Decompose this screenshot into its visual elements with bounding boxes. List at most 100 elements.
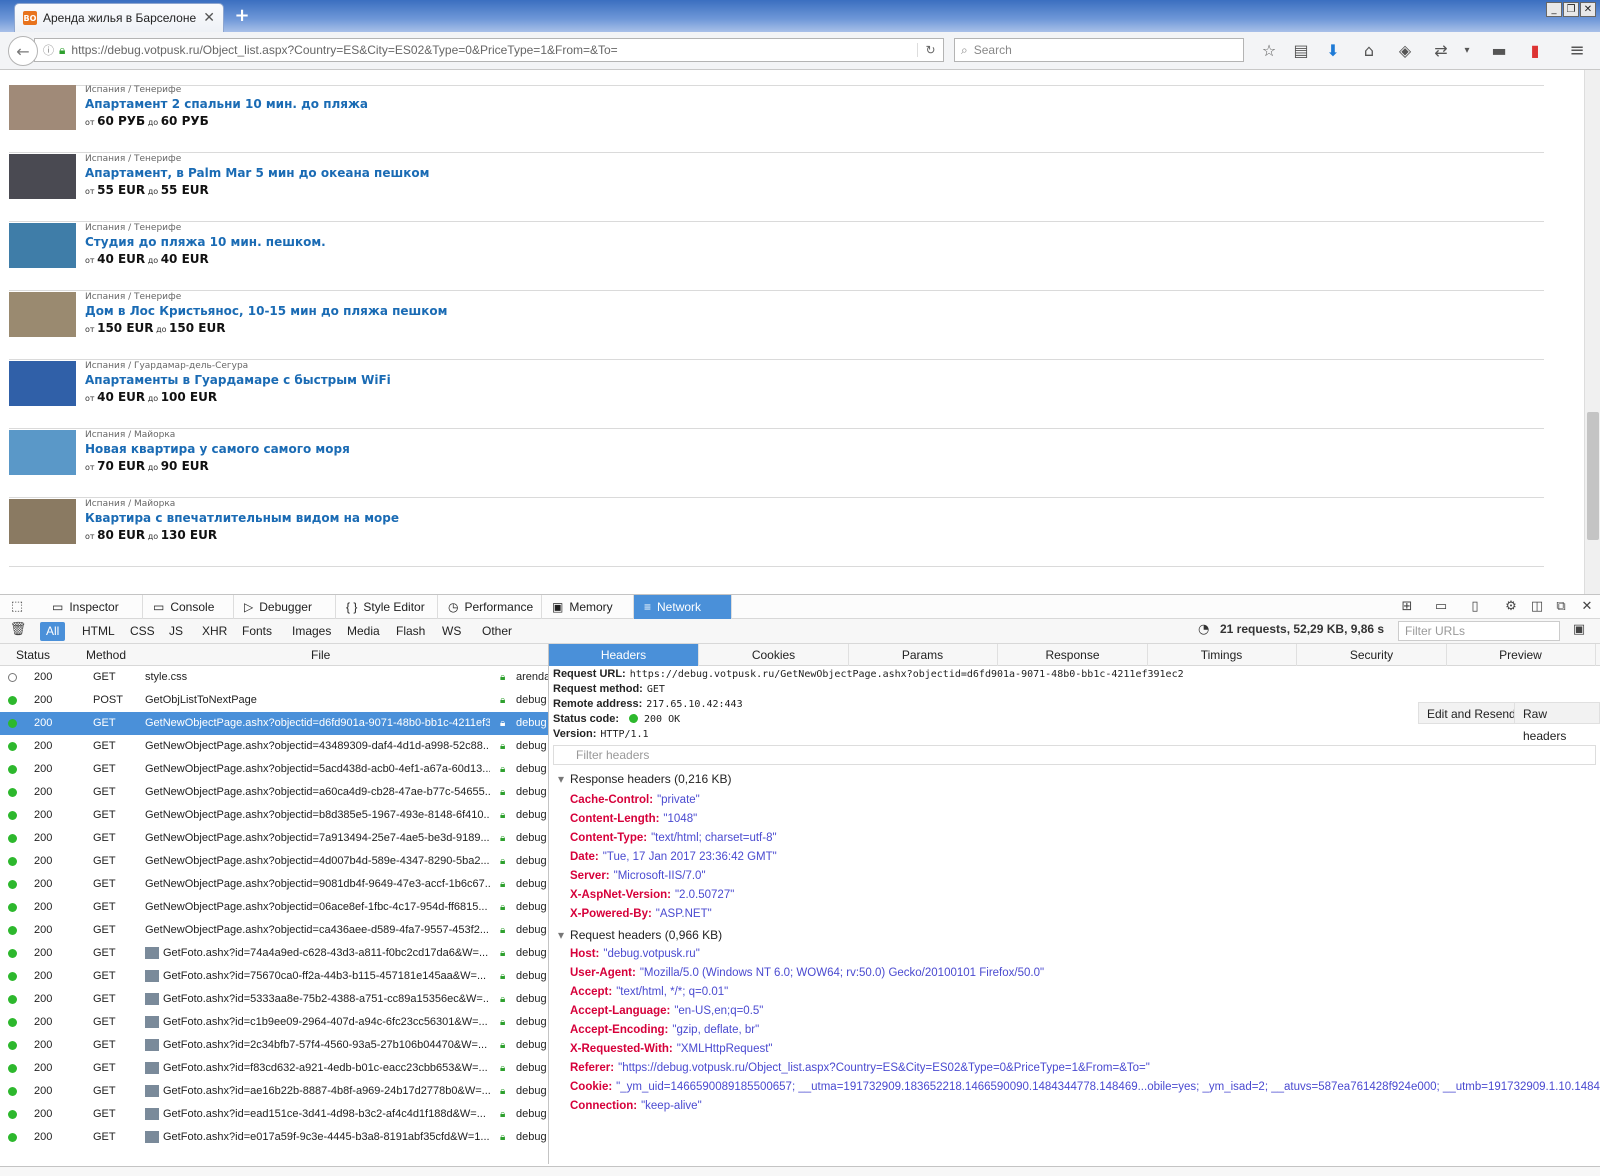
layout-toggle-icon[interactable]: ⊞: [1398, 598, 1416, 616]
pocket-icon[interactable]: ◈: [1394, 40, 1416, 62]
filter-media[interactable]: Media: [341, 622, 386, 641]
response-headers-section[interactable]: Response headers (0,216 KB): [558, 772, 731, 786]
tab-debugger[interactable]: ▷ Debugger: [234, 595, 336, 619]
search-bar[interactable]: ⌕ Search: [954, 38, 1244, 62]
chevron-down-icon[interactable]: ▾: [1456, 40, 1478, 62]
filter-all[interactable]: All: [40, 622, 66, 641]
filter-ws[interactable]: WS: [436, 622, 467, 641]
listing-thumbnail[interactable]: [9, 361, 76, 406]
listing-thumbnail[interactable]: [9, 499, 76, 544]
settings-icon[interactable]: ⚙: [1502, 598, 1520, 616]
request-row[interactable]: 200 GET GetNewObjectPage.ashx?objectid=4d0…: [0, 850, 548, 873]
filter-js[interactable]: JS: [163, 622, 189, 641]
addon-icon[interactable]: ▮: [1524, 40, 1546, 62]
minimize-button[interactable]: _: [1546, 2, 1562, 17]
detail-tab-timings[interactable]: Timings: [1147, 644, 1297, 666]
listing-thumbnail[interactable]: [9, 154, 76, 199]
undock-icon[interactable]: ⧉: [1552, 598, 1570, 616]
responsive-mode-icon[interactable]: ▯: [1466, 598, 1484, 616]
listing-thumbnail[interactable]: [9, 430, 76, 475]
request-row[interactable]: 200 GET GetNewObjectPage.ashx?objectid=7a9…: [0, 827, 548, 850]
tab-memory[interactable]: ▣ Memory: [542, 595, 634, 619]
reload-icon[interactable]: ↻: [917, 43, 943, 57]
dock-side-icon[interactable]: ◫: [1528, 598, 1546, 616]
method-column-header[interactable]: Method: [86, 648, 126, 662]
listing-title-link[interactable]: Апартаменты в Гуардамаре с быстрым WiFi: [85, 373, 391, 387]
tab-performance[interactable]: ◷ Performance: [438, 595, 542, 619]
filter-urls-input[interactable]: Filter URLs: [1398, 621, 1560, 641]
filter-xhr[interactable]: XHR: [196, 622, 233, 641]
reading-list-icon[interactable]: ▤: [1290, 40, 1312, 62]
panel-splitter[interactable]: [548, 644, 549, 1164]
page-scrollbar[interactable]: [1584, 70, 1600, 594]
scrollbar-thumb[interactable]: [1587, 412, 1599, 540]
request-row[interactable]: 200 GET GetNewObjectPage.ashx?objectid=a60…: [0, 781, 548, 804]
listing-title-link[interactable]: Студия до пляжа 10 мин. пешком.: [85, 235, 326, 249]
menu-icon[interactable]: ≡: [1566, 40, 1588, 62]
detail-tab-headers[interactable]: Headers: [549, 644, 699, 666]
listing-thumbnail[interactable]: [9, 292, 76, 337]
request-row[interactable]: 200 GET GetNewObjectPage.ashx?objectid=06a…: [0, 896, 548, 919]
detail-tab-security[interactable]: Security: [1297, 644, 1447, 666]
downloads-icon[interactable]: ⬇: [1322, 40, 1344, 62]
toggle-panel-icon[interactable]: ▣: [1570, 621, 1588, 639]
browser-tab[interactable]: ВО Аренда жилья в Барселоне ... ✕: [14, 3, 224, 32]
request-row[interactable]: 200 GET style.css 🔒︎ arenda: [0, 666, 548, 689]
request-row[interactable]: 200 GET GetNewObjectPage.ashx?objectid=434…: [0, 735, 548, 758]
request-row[interactable]: 200 GET GetFoto.ashx?id=74a4a9ed-c628-43d3…: [0, 942, 548, 965]
listing-title-link[interactable]: Апартамент 2 спальни 10 мин. до пляжа: [85, 97, 368, 111]
tab-inspector[interactable]: ▭ Inspector: [42, 595, 143, 619]
clear-trash-icon[interactable]: 🗑︎: [9, 621, 27, 639]
filter-headers-input[interactable]: Filter headers: [553, 745, 1596, 765]
element-picker-icon[interactable]: ⬚: [8, 598, 26, 616]
filter-css[interactable]: CSS: [124, 622, 161, 641]
detail-tab-response[interactable]: Response: [998, 644, 1148, 666]
filter-fonts[interactable]: Fonts: [236, 622, 278, 641]
request-row[interactable]: 200 GET GetFoto.ashx?id=ae16b22b-8887-4b8f…: [0, 1080, 548, 1103]
edit-and-resend-button[interactable]: Edit and Resend: [1418, 702, 1525, 724]
request-row[interactable]: 200 POST GetObjListToNextPage 🔒︎ debug: [0, 689, 548, 712]
request-row[interactable]: 200 GET GetFoto.ashx?id=75670ca0-ff2a-44b3…: [0, 965, 548, 988]
tab-style-editor[interactable]: { } Style Editor: [336, 595, 438, 619]
close-devtools-icon[interactable]: ✕: [1578, 598, 1596, 616]
file-column-header[interactable]: File: [311, 648, 330, 662]
status-column-header[interactable]: Status: [16, 648, 50, 662]
request-row[interactable]: 200 GET GetNewObjectPage.ashx?objectid=d6f…: [0, 712, 548, 735]
close-window-button[interactable]: ✕: [1580, 2, 1596, 17]
request-row[interactable]: 200 GET GetNewObjectPage.ashx?objectid=ca4…: [0, 919, 548, 942]
detail-tab-cookies[interactable]: Cookies: [699, 644, 849, 666]
request-row[interactable]: 200 GET GetNewObjectPage.ashx?objectid=b8d…: [0, 804, 548, 827]
back-button[interactable]: ←: [8, 36, 38, 66]
split-console-icon[interactable]: ▭: [1432, 598, 1450, 616]
filter-other[interactable]: Other: [476, 622, 518, 641]
listing-thumbnail[interactable]: [9, 85, 76, 130]
request-row[interactable]: 200 GET GetFoto.ashx?id=5333aa8e-75b2-4388…: [0, 988, 548, 1011]
url-text[interactable]: https://debug.votpusk.ru/Object_list.asp…: [71, 43, 917, 57]
chat-icon[interactable]: ▬: [1488, 40, 1510, 62]
request-row[interactable]: 200 GET GetFoto.ashx?id=f83cd632-a921-4edb…: [0, 1057, 548, 1080]
request-row[interactable]: 200 GET GetFoto.ashx?id=2c34bfb7-57f4-4560…: [0, 1034, 548, 1057]
bookmark-star-icon[interactable]: ☆: [1258, 40, 1280, 62]
raw-headers-button[interactable]: Raw headers: [1514, 702, 1600, 743]
filter-images[interactable]: Images: [286, 622, 337, 641]
listing-title-link[interactable]: Квартира с впечатлительным видом на море: [85, 511, 399, 525]
listing-title-link[interactable]: Новая квартира у самого самого моря: [85, 442, 350, 456]
listing-title-link[interactable]: Дом в Лос Кристьянос, 10-15 мин до пляжа…: [85, 304, 447, 318]
request-row[interactable]: 200 GET GetFoto.ashx?id=ead151ce-3d41-4d98…: [0, 1103, 548, 1126]
sync-icon[interactable]: ⇄: [1430, 40, 1452, 62]
listing-thumbnail[interactable]: [9, 223, 76, 268]
detail-tab-params[interactable]: Params: [848, 644, 998, 666]
info-icon[interactable]: ⓘ: [43, 42, 57, 58]
url-bar[interactable]: ⓘ 🔒︎ https://debug.votpusk.ru/Object_lis…: [34, 38, 944, 62]
request-row[interactable]: 200 GET GetFoto.ashx?id=c1b9ee09-2964-407d…: [0, 1011, 548, 1034]
tab-console[interactable]: ▭ Console: [143, 595, 234, 619]
listing-title-link[interactable]: Апартамент, в Palm Mar 5 мин до океана п…: [85, 166, 429, 180]
request-row[interactable]: 200 GET GetNewObjectPage.ashx?objectid=908…: [0, 873, 548, 896]
detail-tab-preview[interactable]: Preview: [1446, 644, 1596, 666]
restore-button[interactable]: ❐: [1563, 2, 1579, 17]
request-headers-section[interactable]: Request headers (0,966 KB): [558, 928, 722, 942]
close-tab-icon[interactable]: ✕: [203, 10, 215, 26]
filter-flash[interactable]: Flash: [390, 622, 431, 641]
tab-network[interactable]: ≡ Network: [634, 595, 732, 619]
filter-html[interactable]: HTML: [76, 622, 121, 641]
